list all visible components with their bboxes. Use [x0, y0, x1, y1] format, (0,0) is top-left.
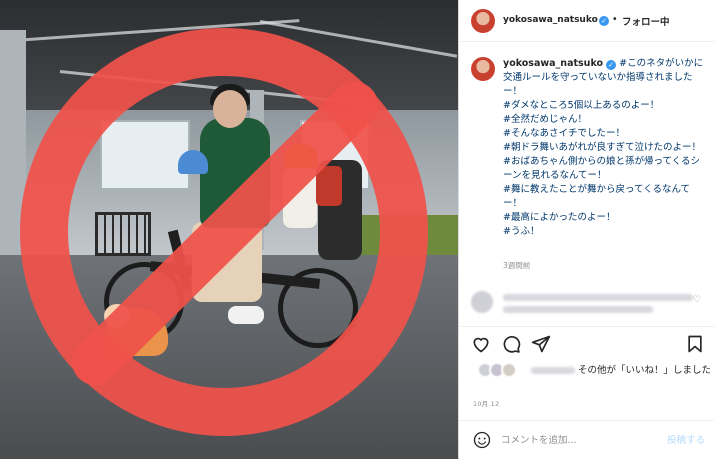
caption-hashtag[interactable]: #ダメなところ5個以上あるのよー！ — [503, 99, 709, 113]
comment-heart-icon[interactable]: ♡ — [693, 295, 701, 305]
likes-text[interactable]: その他が「いいね！」しました — [531, 364, 711, 378]
likes-summary[interactable]: その他が「いいね！」しました — [469, 359, 711, 395]
comment-icon[interactable] — [501, 334, 521, 354]
caption-hashtag[interactable]: #全然だめじゃん！ — [503, 113, 709, 127]
share-icon[interactable] — [531, 334, 551, 354]
post-side-panel: yokosawa_natsuko ✓ • フォロー中 yokosawa_nats… — [458, 0, 714, 459]
caption-hashtag[interactable]: #そんなあさイチでしたー！ — [503, 127, 709, 141]
post-header: yokosawa_natsuko ✓ • フォロー中 — [459, 0, 714, 42]
caption-hashtag[interactable]: #おばあちゃん側からの娘と孫が帰ってくるシーンを見れるなんてー！ — [503, 155, 709, 183]
caption-hashtag[interactable]: #朝ドラ舞いあがれが良すぎて泣けたのよー！ — [503, 141, 709, 155]
heart-icon[interactable] — [471, 334, 491, 354]
commenter-avatar[interactable] — [471, 291, 493, 313]
post-comment-button[interactable]: 投稿する — [667, 432, 705, 446]
liker-avatar — [501, 362, 517, 378]
caption: yokosawa_natsuko ✓ #このネタがいかに交通ルールを守っていない… — [503, 57, 709, 239]
prohibition-sign — [20, 28, 428, 436]
post-photo[interactable] — [0, 0, 458, 459]
comment-item: ♡ — [471, 287, 705, 327]
comment-composer: 投稿する — [459, 420, 714, 459]
caption-hashtag[interactable]: #うふ！ — [503, 225, 709, 239]
action-bar — [459, 326, 714, 360]
emoji-icon[interactable] — [473, 431, 491, 449]
likes-suffix: その他が「いいね！」しました — [578, 365, 712, 376]
bookmark-icon[interactable] — [685, 334, 705, 354]
caption-hashtag[interactable]: #舞に教えたことが舞から戻ってくるなんてー！ — [503, 183, 709, 211]
post-date: 10月 12 — [473, 400, 500, 408]
caption-hashtag[interactable]: #最高によかったのよー！ — [503, 211, 709, 225]
comment-input[interactable] — [501, 432, 651, 448]
author-username[interactable]: yokosawa_natsuko — [503, 15, 598, 25]
header-separator: • — [612, 14, 618, 25]
caption-username[interactable]: yokosawa_natsuko — [503, 58, 603, 69]
author-avatar[interactable] — [471, 9, 495, 33]
verified-badge-icon: ✓ — [606, 60, 617, 70]
verified-badge-icon: ✓ — [599, 16, 609, 26]
blurred-comment-text — [503, 306, 653, 313]
following-button[interactable]: フォロー中 — [622, 14, 670, 28]
caption-time-ago: 3週間前 — [503, 261, 531, 270]
blurred-comment-text — [503, 294, 693, 301]
caption-avatar[interactable] — [471, 57, 495, 81]
blurred-liker-name — [531, 367, 575, 374]
